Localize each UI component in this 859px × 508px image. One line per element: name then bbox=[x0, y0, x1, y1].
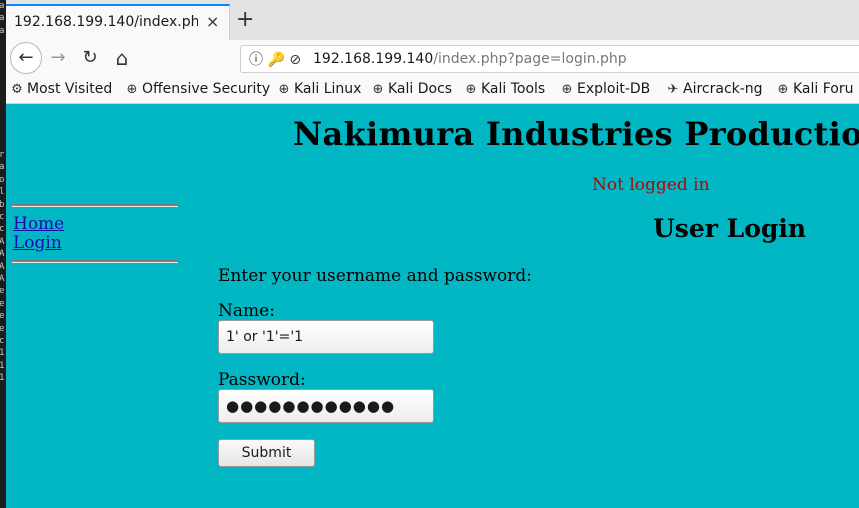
globe-icon: ⊕ bbox=[278, 82, 290, 97]
password-input[interactable] bbox=[218, 389, 434, 423]
bookmark-label: Most Visited bbox=[27, 81, 113, 97]
bookmark-label: Kali Linux bbox=[294, 81, 362, 97]
bookmark-most-visited[interactable]: ⚙ Most Visited bbox=[10, 81, 112, 97]
url-path: /index.php?page=login.php bbox=[433, 51, 627, 67]
bookmark-label: Aircrack-ng bbox=[683, 81, 763, 97]
tab-bar: 192.168.199.140/index.php? × + bbox=[6, 0, 859, 40]
bookmark-kali-forums[interactable]: ⊕ Kali Foru bbox=[776, 81, 854, 97]
site-info-icons[interactable]: ⓘ 🔑 ⊘ bbox=[249, 49, 301, 69]
forward-button-icon[interactable]: → bbox=[44, 44, 72, 72]
close-tab-icon[interactable]: × bbox=[206, 12, 219, 31]
sidebar-link-login[interactable]: Login bbox=[13, 233, 62, 253]
aircrack-icon: ✈ bbox=[667, 82, 679, 97]
sidebar-divider-bottom bbox=[12, 260, 178, 263]
globe-icon: ⊕ bbox=[126, 82, 138, 97]
login-heading: User Login bbox=[653, 214, 807, 243]
new-tab-icon[interactable]: + bbox=[236, 8, 254, 32]
bookmark-label: Kali Docs bbox=[388, 81, 453, 97]
bookmark-label: Kali Tools bbox=[481, 81, 546, 97]
bookmark-label: Offensive Security bbox=[142, 81, 271, 97]
browser-tab[interactable]: 192.168.199.140/index.php? × bbox=[6, 4, 230, 40]
web-page: Nakimura Industries Production Not logge… bbox=[6, 104, 859, 508]
submit-button[interactable]: Submit bbox=[218, 439, 315, 467]
bookmark-aircrack-ng[interactable]: ✈ Aircrack-ng bbox=[666, 81, 763, 97]
sidebar-divider-top bbox=[12, 204, 178, 207]
globe-icon: ⊕ bbox=[777, 82, 789, 97]
url-bar[interactable]: ⓘ 🔑 ⊘ 192.168.199.140/index.php?page=log… bbox=[240, 45, 859, 73]
home-button-icon[interactable]: ⌂ bbox=[108, 44, 136, 72]
globe-icon: ⊕ bbox=[561, 82, 573, 97]
back-button-icon[interactable]: ← bbox=[10, 42, 42, 74]
bookmarks-bar: ⚙ Most Visited ⊕ Offensive Security ⊕ Kali … bbox=[6, 76, 859, 104]
login-prompt: Enter your username and password: bbox=[218, 266, 532, 286]
bookmark-label: Kali Foru bbox=[793, 81, 854, 97]
bookmark-exploit-db[interactable]: ⊕ Exploit-DB bbox=[560, 81, 651, 97]
url-text: 192.168.199.140/index.php?page=login.php bbox=[313, 51, 627, 67]
globe-icon: ⊕ bbox=[465, 82, 477, 97]
globe-icon: ⊕ bbox=[372, 82, 384, 97]
browser-chrome: 192.168.199.140/index.php? × + ← → ↻ ⌂ ⓘ… bbox=[6, 0, 859, 104]
name-input[interactable] bbox=[218, 320, 434, 354]
bookmark-kali-docs[interactable]: ⊕ Kali Docs bbox=[371, 81, 453, 97]
nav-bar: ← → ↻ ⌂ ⓘ 🔑 ⊘ 192.168.199.140/index.php?… bbox=[6, 40, 859, 76]
gear-icon: ⚙ bbox=[11, 82, 23, 97]
bookmark-label: Exploit-DB bbox=[577, 81, 651, 97]
tab-title: 192.168.199.140/index.php? bbox=[14, 14, 198, 30]
bookmark-kali-linux[interactable]: ⊕ Kali Linux bbox=[277, 81, 362, 97]
reload-button-icon[interactable]: ↻ bbox=[76, 44, 104, 72]
bookmark-offensive-security[interactable]: ⊕ Offensive Security bbox=[125, 81, 271, 97]
bookmark-kali-tools[interactable]: ⊕ Kali Tools bbox=[464, 81, 546, 97]
name-label: Name: bbox=[218, 301, 275, 321]
site-title: Nakimura Industries Production bbox=[293, 115, 859, 153]
password-label: Password: bbox=[218, 370, 306, 390]
login-status: Not logged in bbox=[592, 175, 710, 195]
sidebar-link-home[interactable]: Home bbox=[13, 214, 64, 234]
url-host: 192.168.199.140 bbox=[313, 51, 434, 67]
